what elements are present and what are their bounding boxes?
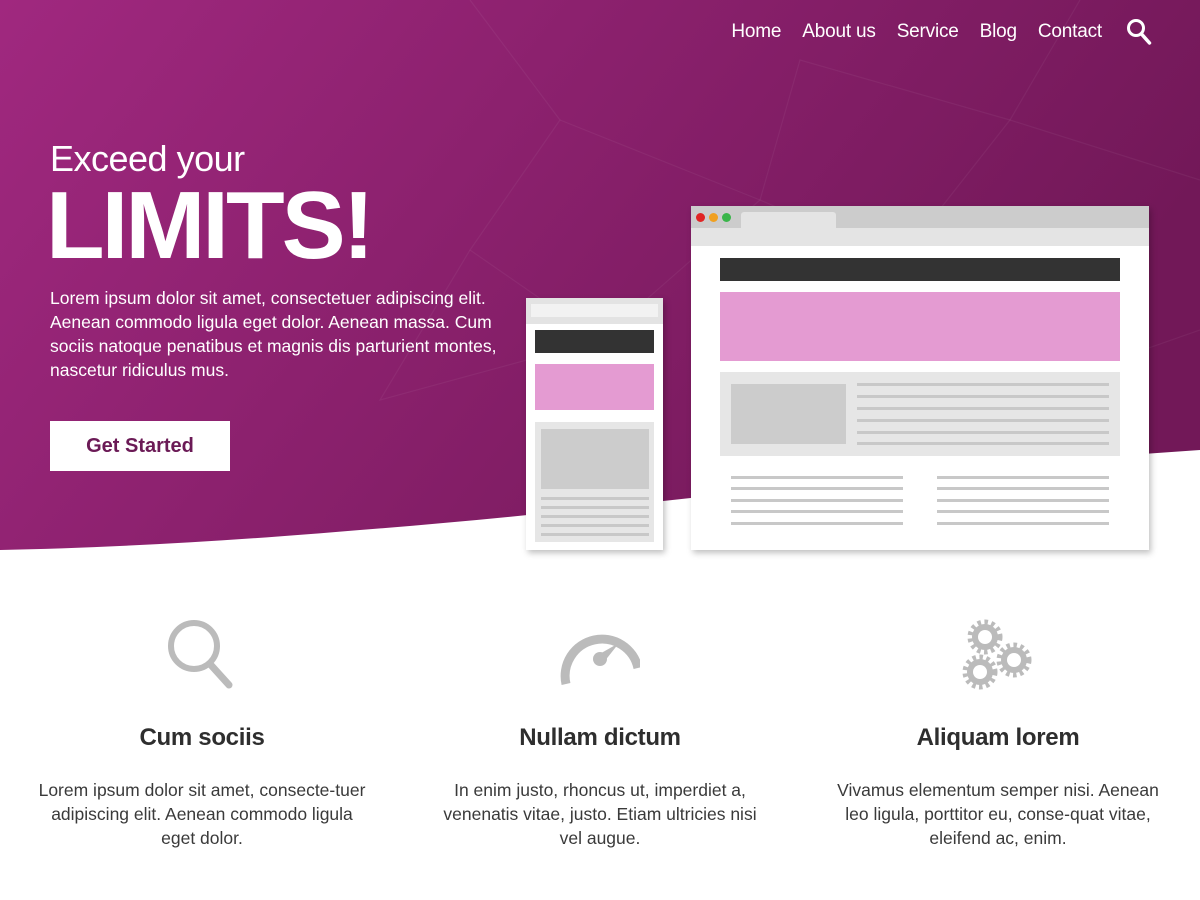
feature-cum-sociis: Cum sociis Lorem ipsum dolor sit amet, c… [32, 610, 372, 850]
nav-about-us[interactable]: About us [802, 21, 876, 43]
nav-service[interactable]: Service [897, 21, 959, 43]
feature-text: In enim justo, rhoncus ut, imperdiet a, … [443, 780, 757, 848]
nav-blog[interactable]: Blog [980, 21, 1017, 43]
hero-title: LIMITS! [46, 172, 375, 279]
feature-title: Aliquam lorem [916, 724, 1080, 751]
speedometer-icon [560, 634, 640, 685]
feature-title: Cum sociis [139, 724, 265, 751]
get-started-button[interactable]: Get Started [50, 421, 230, 471]
mobile-mockup-illustration [526, 298, 663, 550]
feature-nullam-dictum: Nullam dictum In enim justo, rhoncus ut,… [430, 610, 770, 850]
desktop-mockup-illustration [691, 206, 1149, 550]
magnifier-icon [168, 620, 233, 689]
feature-text: Lorem ipsum dolor sit amet, consecte-tue… [38, 780, 366, 848]
nav-home[interactable]: Home [731, 21, 781, 43]
hero-section: Home About us Service Blog Contact Excee… [0, 0, 1200, 560]
hero-text: Lorem ipsum dolor sit amet, consectetuer… [50, 288, 497, 380]
feature-title: Nullam dictum [519, 724, 681, 751]
main-nav: Home About us Service Blog Contact [710, 18, 1152, 46]
feature-text: Vivamus elementum semper nisi. Aenean le… [837, 780, 1159, 848]
nav-contact[interactable]: Contact [1038, 21, 1102, 43]
feature-aliquam-lorem: Aliquam lorem Vivamus elementum semper n… [828, 610, 1168, 850]
gears-icon [962, 619, 1032, 690]
search-icon[interactable] [1126, 18, 1152, 46]
